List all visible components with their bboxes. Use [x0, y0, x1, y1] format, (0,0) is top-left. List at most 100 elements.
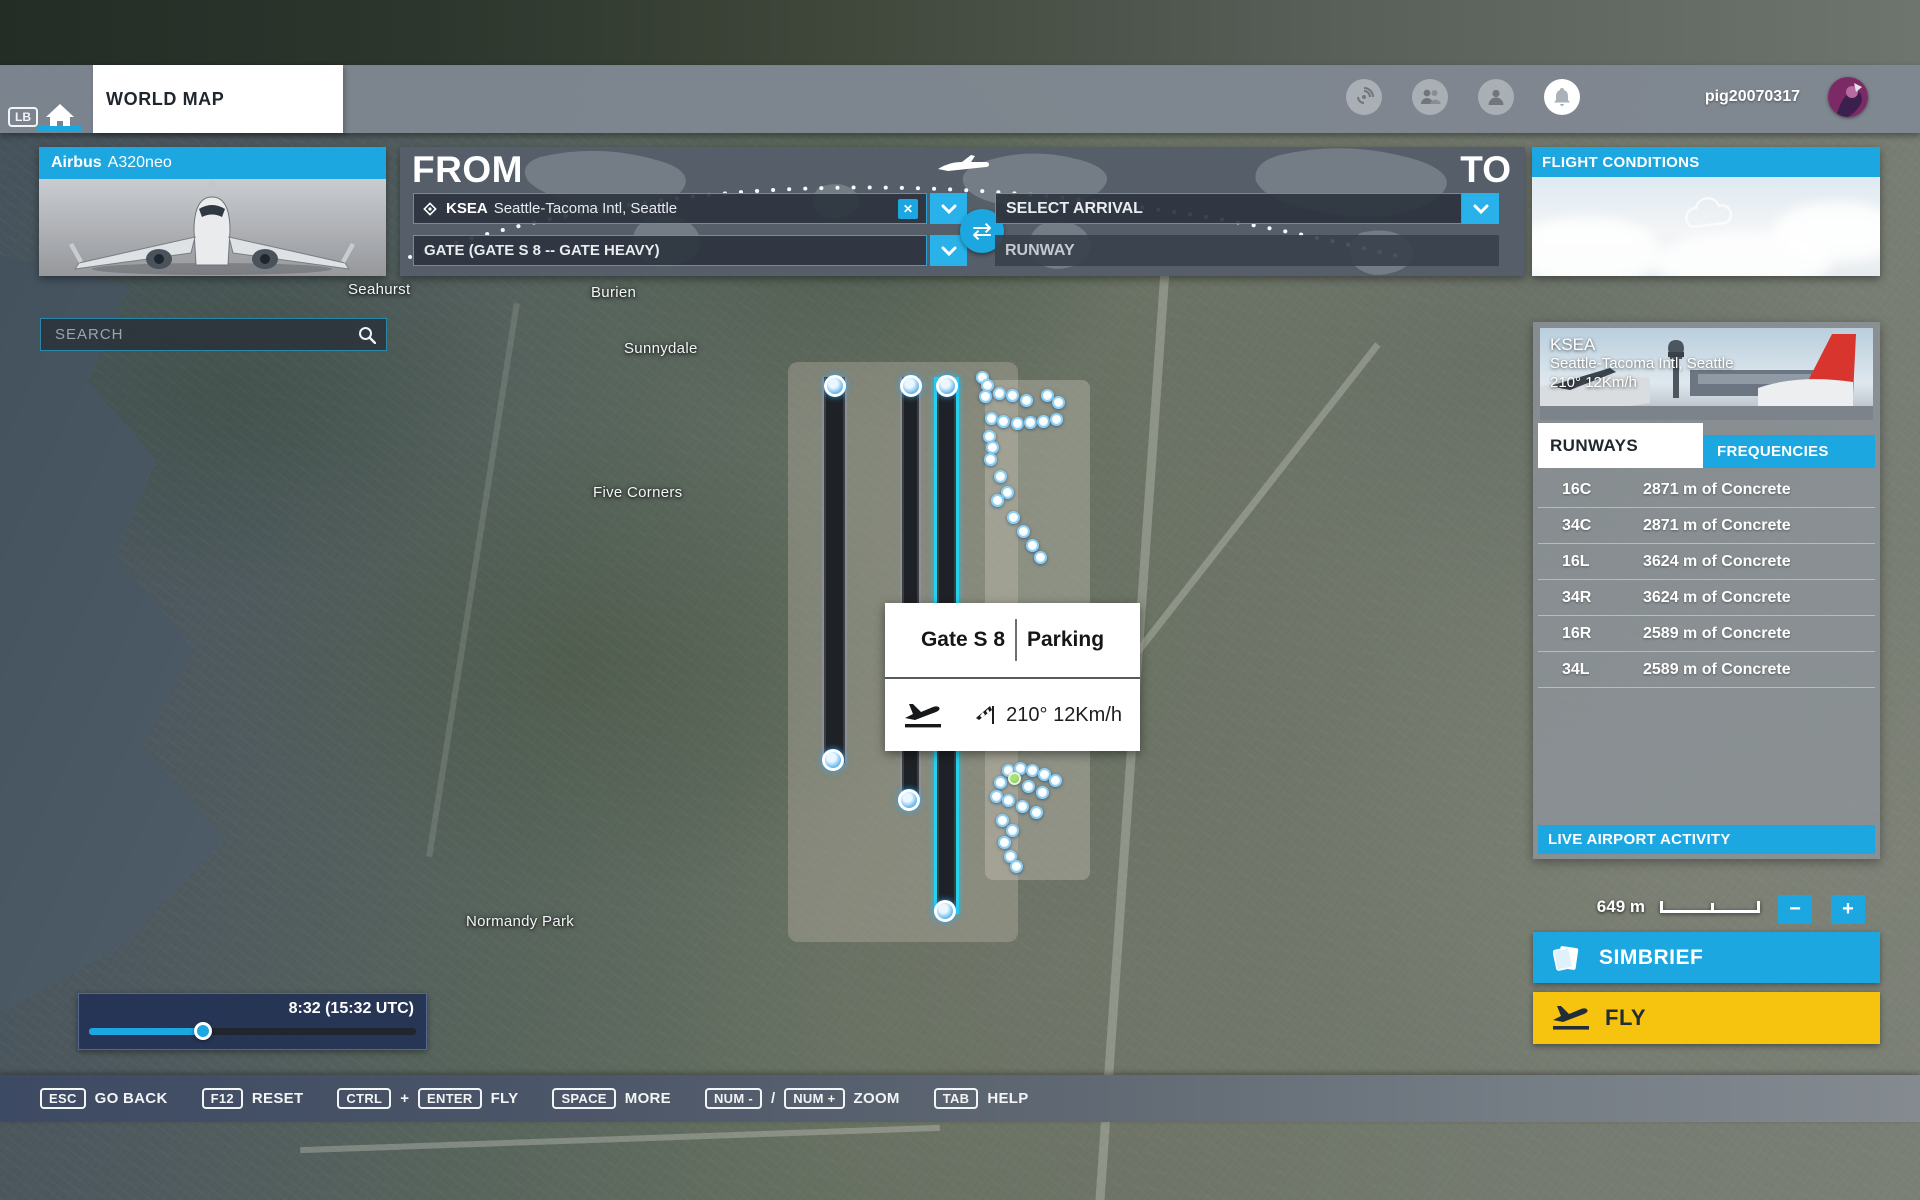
parking-spot-marker[interactable] [991, 494, 1004, 507]
parking-spot-marker[interactable] [997, 415, 1010, 428]
runway-end-marker[interactable] [934, 900, 956, 922]
space-key: SPACE [552, 1088, 615, 1109]
zoom-in-button[interactable]: + [1831, 895, 1865, 924]
runway-code: 34R [1538, 589, 1643, 607]
parking-spot-marker[interactable] [1006, 824, 1019, 837]
shortcut-go-back[interactable]: ESC GO BACK [40, 1088, 168, 1109]
tab-key: TAB [934, 1088, 979, 1109]
parking-spot-marker[interactable] [994, 776, 1007, 789]
airport-name: Seattle-Tacoma Intl, Seattle [1550, 355, 1733, 374]
arrival-airport-field[interactable]: SELECT ARRIVAL [995, 193, 1462, 224]
flight-conditions-card[interactable]: FLIGHT CONDITIONS [1532, 147, 1880, 276]
aircraft-model: A320neo [108, 154, 172, 172]
clear-departure-button[interactable]: ✕ [898, 199, 918, 219]
time-slider-knob[interactable] [194, 1022, 212, 1040]
shortcut-help[interactable]: TAB HELP [934, 1088, 1029, 1109]
parking-spot-marker[interactable] [998, 836, 1011, 849]
departure-gate-field[interactable]: GATE (GATE S 8 -- GATE HEAVY) [413, 235, 927, 266]
fly-button[interactable]: FLY [1533, 992, 1880, 1044]
chevron-down-icon [941, 204, 957, 214]
runway-row[interactable]: 16L 3624 m of Concrete [1538, 544, 1875, 580]
aircraft-photo [39, 179, 386, 276]
radar-icon [1354, 87, 1374, 107]
time-slider-panel: 8:32 (15:32 UTC) [78, 993, 427, 1050]
tab-runways[interactable]: RUNWAYS [1538, 423, 1703, 468]
parking-spot-marker[interactable] [985, 412, 998, 425]
parking-spot-marker[interactable] [1016, 800, 1029, 813]
runway-row[interactable]: 16R 2589 m of Concrete [1538, 616, 1875, 652]
parking-spot-marker[interactable] [1034, 551, 1047, 564]
time-slider-track[interactable] [89, 1028, 416, 1035]
parking-spot-marker[interactable] [979, 390, 992, 403]
runway-strip-16L34R[interactable] [822, 377, 847, 763]
shortcut-joiner: + [400, 1090, 409, 1107]
username[interactable]: pig20070317 [1705, 88, 1800, 106]
shortcut-label: MORE [625, 1090, 671, 1107]
selected-aircraft-card[interactable]: Airbus A320neo [39, 147, 386, 276]
runway-end-marker[interactable] [824, 375, 846, 397]
map-label-seahurst: Seahurst [348, 281, 410, 298]
flight-plan-strip: FROM TO KSEA Seattle-Tacoma Intl, Seattl… [400, 147, 1525, 276]
profile-button[interactable] [1478, 79, 1514, 115]
runway-row[interactable]: 34C 2871 m of Concrete [1538, 508, 1875, 544]
shortcut-more[interactable]: SPACE MORE [552, 1088, 671, 1109]
parking-spot-marker[interactable] [1030, 806, 1043, 819]
simbrief-button[interactable]: SIMBRIEF [1533, 932, 1880, 983]
parking-spot-marker[interactable] [1049, 774, 1062, 787]
departure-airport-field[interactable]: KSEA Seattle-Tacoma Intl, Seattle ✕ [413, 193, 927, 224]
parking-spot-marker[interactable] [1002, 794, 1015, 807]
runway-row[interactable]: 34L 2589 m of Concrete [1538, 652, 1875, 688]
parking-spot-marker[interactable] [1037, 415, 1050, 428]
live-airport-activity-button[interactable]: LIVE AIRPORT ACTIVITY [1538, 825, 1875, 854]
runway-end-marker[interactable] [822, 749, 844, 771]
friends-button[interactable] [1412, 79, 1448, 115]
arrival-runway-field[interactable]: RUNWAY [995, 235, 1499, 266]
selected-parking-spot-marker[interactable] [1008, 772, 1021, 785]
parking-spot-marker[interactable] [1050, 413, 1063, 426]
flight-conditions-header: FLIGHT CONDITIONS [1532, 147, 1880, 177]
parking-spot-marker[interactable] [1026, 539, 1039, 552]
avatar[interactable] [1828, 77, 1868, 117]
live-traffic-button[interactable] [1346, 79, 1382, 115]
parking-spot-marker[interactable] [1052, 396, 1065, 409]
parking-spot-marker[interactable] [1024, 416, 1037, 429]
shortcut-zoom[interactable]: NUM - / NUM + ZOOM [705, 1088, 900, 1109]
map-label-five-corners: Five Corners [593, 484, 682, 501]
parking-spot-marker[interactable] [1007, 511, 1020, 524]
notifications-button[interactable] [1544, 79, 1580, 115]
parking-spot-marker[interactable] [1011, 417, 1024, 430]
parking-spot-marker[interactable] [993, 387, 1006, 400]
airport-icao: KSEA [1550, 334, 1733, 355]
parking-spot-marker[interactable] [984, 453, 997, 466]
parking-spot-marker[interactable] [1010, 860, 1023, 873]
runway-end-marker[interactable] [900, 375, 922, 397]
parking-spot-marker[interactable] [1020, 394, 1033, 407]
shortcut-reset[interactable]: F12 RESET [202, 1088, 304, 1109]
departure-dropdown-button[interactable] [930, 193, 967, 224]
parking-spot-marker[interactable] [994, 470, 1007, 483]
parking-spot-marker[interactable] [1022, 780, 1035, 793]
num-minus-key: NUM - [705, 1088, 762, 1109]
shortcut-fly[interactable]: CTRL + ENTER FLY [337, 1088, 518, 1109]
runway-row[interactable]: 34R 3624 m of Concrete [1538, 580, 1875, 616]
arrival-dropdown-button[interactable] [1462, 193, 1499, 224]
tab-frequencies[interactable]: FREQUENCIES [1703, 435, 1875, 468]
parking-spot-marker[interactable] [1036, 786, 1049, 799]
tab-world-map[interactable]: WORLD MAP [93, 65, 343, 133]
map-top-strip [0, 0, 1920, 66]
runway-row[interactable]: 16C 2871 m of Concrete [1538, 472, 1875, 508]
gate-type: Parking [1027, 628, 1104, 652]
map-label-sunnydale: Sunnydale [624, 340, 698, 357]
zoom-out-button[interactable]: − [1778, 895, 1812, 924]
airport-diamond-icon [422, 201, 438, 217]
top-navigation-bar: LB WORLD MAP [0, 65, 1920, 133]
runway-end-marker[interactable] [936, 375, 958, 397]
enter-key: ENTER [418, 1088, 482, 1109]
runway-end-marker[interactable] [898, 789, 920, 811]
parking-spot-marker[interactable] [986, 441, 999, 454]
runway-code: 16C [1538, 481, 1643, 499]
search-icon[interactable] [358, 326, 376, 344]
search-input[interactable] [41, 326, 358, 343]
parking-spot-marker[interactable] [1006, 389, 1019, 402]
parking-spot-marker[interactable] [1017, 525, 1030, 538]
